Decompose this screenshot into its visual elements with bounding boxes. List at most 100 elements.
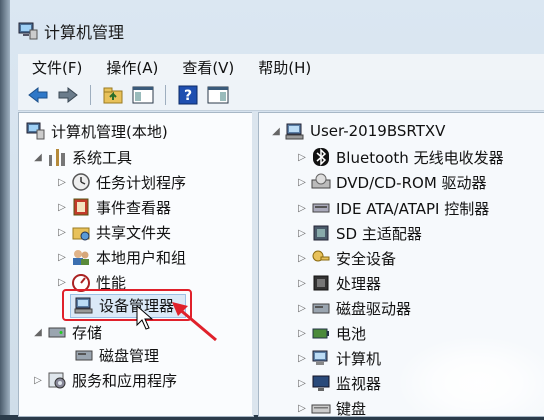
tree-disk-management[interactable]: 磁盘管理 (74, 343, 159, 367)
services-icon (47, 370, 67, 390)
tree-storage-label: 存储 (72, 323, 103, 342)
tree-task-scheduler[interactable]: ▷ 任务计划程序 (56, 170, 186, 194)
device-computer-label: 计算机 (336, 349, 382, 368)
device-security-label: 安全设备 (336, 249, 397, 268)
clock-icon (71, 172, 91, 192)
toolbar-separator (90, 85, 91, 105)
collapsed-arrow-icon[interactable]: ▷ (56, 277, 68, 288)
device-bluetooth[interactable]: ▷ Bluetooth 无线电收发器 (296, 145, 504, 169)
device-disk-drives[interactable]: ▷ 磁盘驱动器 (296, 296, 411, 320)
disk-management-icon (74, 345, 94, 365)
device-keyboards-label: 键盘 (336, 399, 367, 418)
device-sd-label: SD 主适配器 (336, 224, 422, 243)
collapsed-arrow-icon[interactable]: ▷ (296, 303, 308, 314)
bluetooth-icon (311, 147, 331, 167)
forward-arrow-icon[interactable] (56, 84, 80, 106)
show-hide-console-tree-icon[interactable] (131, 84, 155, 106)
users-icon (71, 247, 91, 267)
help-icon[interactable]: ? (176, 84, 200, 106)
desktop-edge (0, 0, 10, 415)
svg-text:?: ? (184, 88, 192, 104)
monitor-icon (311, 373, 331, 393)
computer-icon (311, 348, 331, 368)
menu-help[interactable]: 帮助(H) (244, 57, 321, 78)
sd-adapter-icon (311, 223, 331, 243)
device-battery[interactable]: ▷ 电池 (296, 321, 366, 345)
collapsed-arrow-icon[interactable]: ▷ (296, 203, 308, 214)
up-folder-icon[interactable] (101, 84, 125, 106)
collapsed-arrow-icon[interactable]: ▷ (296, 253, 308, 264)
tree-services-applications[interactable]: ▷ 服务和应用程序 (32, 368, 177, 392)
device-tree-root-label: User-2019BSRTXV (310, 122, 446, 140)
tree-task-scheduler-label: 任务计划程序 (96, 173, 187, 192)
tree-system-tools[interactable]: ◢ 系统工具 (32, 145, 132, 169)
device-disk-drives-label: 磁盘驱动器 (336, 299, 412, 318)
computer-icon (285, 121, 305, 141)
device-processor[interactable]: ▷ 处理器 (296, 271, 381, 295)
device-ide[interactable]: ▷ IDE ATA/ATAPI 控制器 (296, 196, 489, 220)
device-dvd[interactable]: ▷ DVD/CD-ROM 驱动器 (296, 170, 487, 194)
red-pointer-arrow-icon (172, 302, 217, 342)
tree-shared-folders[interactable]: ▷ 共享文件夹 (56, 220, 171, 244)
title-bar: 计算机管理 (18, 14, 544, 48)
expanded-arrow-icon[interactable]: ◢ (270, 126, 282, 137)
window-title: 计算机管理 (44, 23, 125, 42)
back-arrow-icon[interactable] (26, 84, 50, 106)
menu-file[interactable]: 文件(F) (18, 57, 92, 78)
processor-icon (311, 273, 331, 293)
shared-folder-icon (71, 222, 91, 242)
device-battery-label: 电池 (336, 324, 367, 343)
collapsed-arrow-icon[interactable]: ▷ (296, 378, 308, 389)
device-security[interactable]: ▷ 安全设备 (296, 246, 396, 270)
menu-view[interactable]: 查看(V) (168, 57, 244, 78)
device-ide-label: IDE ATA/ATAPI 控制器 (336, 199, 490, 218)
keyboard-icon (311, 398, 331, 418)
device-computer[interactable]: ▷ 计算机 (296, 346, 381, 370)
collapsed-arrow-icon[interactable]: ▷ (296, 353, 308, 364)
event-viewer-icon (71, 197, 91, 217)
toolbar-separator (165, 85, 166, 105)
device-monitors-label: 监视器 (336, 374, 382, 393)
collapsed-arrow-icon[interactable]: ▷ (296, 177, 308, 188)
tree-root-label: 计算机管理(本地) (51, 122, 168, 141)
tree-event-viewer-label: 事件查看器 (96, 198, 172, 217)
collapsed-arrow-icon[interactable]: ▷ (296, 152, 308, 163)
screen-glare (395, 335, 544, 415)
security-key-icon (311, 248, 331, 268)
collapsed-arrow-icon[interactable]: ▷ (296, 403, 308, 414)
mouse-cursor-icon (136, 305, 154, 330)
tree-local-users-groups-label: 本地用户和组 (96, 248, 187, 267)
battery-icon (311, 323, 331, 343)
ide-controller-icon (311, 198, 331, 218)
expanded-arrow-icon[interactable]: ◢ (32, 152, 44, 163)
collapsed-arrow-icon[interactable]: ▷ (56, 177, 68, 188)
tools-icon (47, 147, 67, 167)
tree-root-computer-management[interactable]: 计算机管理(本地) (26, 119, 168, 143)
tree-services-applications-label: 服务和应用程序 (72, 371, 178, 390)
tree-local-users-groups[interactable]: ▷ 本地用户和组 (56, 245, 186, 269)
collapsed-arrow-icon[interactable]: ▷ (296, 328, 308, 339)
tree-system-tools-label: 系统工具 (72, 148, 133, 167)
device-keyboards[interactable]: ▷ 键盘 (296, 396, 366, 420)
device-monitors[interactable]: ▷ 监视器 (296, 371, 381, 395)
expanded-arrow-icon[interactable]: ◢ (32, 327, 44, 338)
show-hide-action-pane-icon[interactable] (206, 84, 230, 106)
tree-storage[interactable]: ◢ 存储 (32, 320, 102, 344)
collapsed-arrow-icon[interactable]: ▷ (296, 278, 308, 289)
collapsed-arrow-icon[interactable]: ▷ (296, 228, 308, 239)
disk-drive-icon (311, 298, 331, 318)
collapsed-arrow-icon[interactable]: ▷ (56, 252, 68, 263)
storage-icon (47, 322, 67, 342)
menu-bar: 文件(F) 操作(A) 查看(V) 帮助(H) (18, 54, 544, 81)
menu-action[interactable]: 操作(A) (92, 57, 168, 78)
tree-event-viewer[interactable]: ▷ 事件查看器 (56, 195, 171, 219)
device-sd[interactable]: ▷ SD 主适配器 (296, 221, 422, 245)
device-bluetooth-label: Bluetooth 无线电收发器 (336, 148, 504, 167)
dvd-drive-icon (311, 172, 331, 192)
tree-disk-management-label: 磁盘管理 (99, 346, 160, 365)
tree-shared-folders-label: 共享文件夹 (96, 223, 172, 242)
collapsed-arrow-icon[interactable]: ▷ (56, 227, 68, 238)
collapsed-arrow-icon[interactable]: ▷ (56, 202, 68, 213)
collapsed-arrow-icon[interactable]: ▷ (32, 375, 44, 386)
device-tree-root[interactable]: ◢ User-2019BSRTXV (270, 119, 445, 143)
